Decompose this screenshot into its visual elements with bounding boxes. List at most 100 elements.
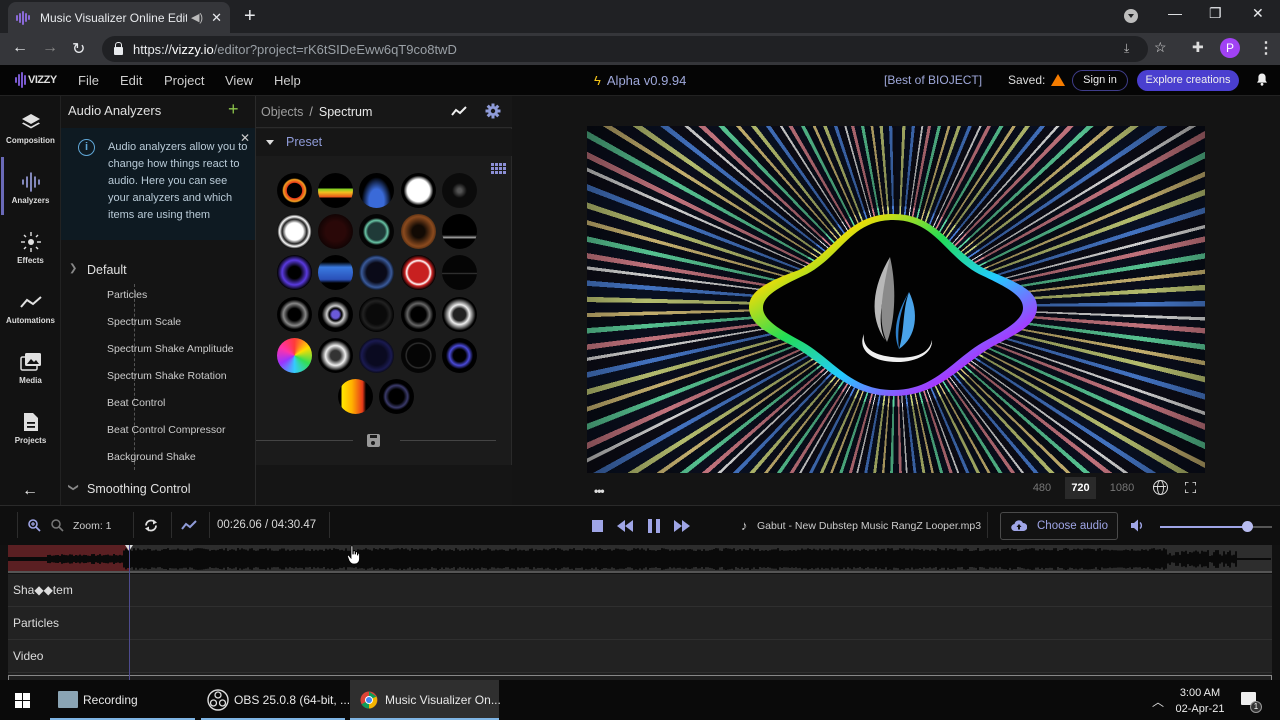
preset-red-demon[interactable] [400, 255, 436, 291]
preset-blue-line-peak[interactable] [359, 337, 395, 373]
new-tab-button[interactable]: + [244, 5, 256, 28]
rail-projects[interactable]: Projects [0, 400, 61, 456]
rail-automations[interactable]: Automations [0, 280, 61, 336]
globe-icon[interactable] [1153, 480, 1168, 495]
back-icon[interactable]: ← [12, 39, 28, 57]
resolution-720[interactable]: 720 [1065, 477, 1096, 499]
preset-trap-nation-logo[interactable] [277, 214, 312, 250]
rail-media[interactable]: Media [0, 340, 61, 396]
windows-start-icon[interactable] [15, 693, 30, 708]
bell-icon[interactable] [1256, 73, 1268, 86]
rail-effects[interactable]: Effects [0, 220, 61, 276]
tray-chevron-up-icon[interactable]: ︿ [1152, 693, 1164, 710]
preset-red-cat-ring[interactable] [277, 173, 312, 208]
preset-blue-triangle[interactable] [441, 337, 477, 373]
taskbar-obs[interactable]: OBS 25.0.8 (64-bit, ... [201, 680, 350, 720]
preset-cat-badge[interactable] [318, 337, 354, 373]
project-name[interactable]: [Best of BIOJECT] [884, 73, 982, 87]
bookmark-star-icon[interactable]: ☆ [1154, 39, 1167, 56]
more-options-icon[interactable]: ••• [594, 484, 605, 498]
sign-in-button[interactable]: Sign in [1072, 70, 1128, 91]
taskbar-recording[interactable]: Recording [50, 680, 195, 720]
fast-forward-button[interactable] [674, 520, 691, 532]
preset-line-peak[interactable] [441, 173, 477, 208]
forward-icon[interactable]: → [42, 39, 58, 57]
speaker-icon[interactable]: ◀) [191, 11, 203, 24]
automation-trend-icon[interactable] [451, 105, 467, 117]
analyzer-item[interactable]: Spectrum Shake Rotation [107, 370, 227, 382]
profile-avatar[interactable]: P [1220, 38, 1240, 58]
restore-icon[interactable]: ❐ [1209, 5, 1222, 22]
preset-cat-logo[interactable] [441, 296, 477, 332]
menu-view[interactable]: View [225, 73, 253, 88]
pause-button[interactable] [648, 519, 660, 533]
analyzer-item[interactable]: Beat Control [107, 397, 165, 409]
preset-grey-cat[interactable] [277, 296, 312, 332]
automation-icon[interactable] [181, 519, 197, 531]
analyzer-item[interactable]: Beat Control Compressor [107, 424, 225, 436]
analyzer-item[interactable]: Spectrum Scale [107, 316, 181, 328]
zoom-out-icon[interactable] [51, 519, 64, 532]
fullscreen-icon[interactable] [1185, 482, 1196, 493]
preset-blue-mountain[interactable] [359, 173, 395, 208]
gear-icon[interactable] [485, 103, 501, 119]
preset-section-header[interactable]: Preset [256, 129, 512, 156]
save-preset-icon[interactable] [367, 434, 380, 447]
close-info-icon[interactable]: ✕ [240, 131, 250, 145]
volume-slider[interactable] [1160, 521, 1272, 532]
preset-white-bars[interactable] [441, 214, 477, 250]
install-app-icon[interactable]: ⤓ [1124, 41, 1129, 56]
preset-blue-wave-fill[interactable] [318, 255, 354, 291]
rail-analyzers[interactable]: Analyzers [0, 157, 61, 216]
preset-purple-cat-triangles[interactable] [277, 255, 312, 291]
tab-search-icon[interactable] [1124, 9, 1138, 23]
warning-icon[interactable] [1051, 74, 1065, 86]
volume-slider-handle[interactable] [1242, 521, 1254, 532]
preset-dotted-triangle[interactable] [379, 379, 415, 414]
address-bar[interactable]: https://vizzy.io/editor?project=rK6tSIDe… [102, 36, 1167, 62]
system-clock[interactable]: 3:00 AM 02-Apr-21 [1170, 685, 1230, 717]
audio-waveform[interactable] [8, 545, 1272, 573]
resolution-480[interactable]: 480 [1031, 477, 1053, 499]
menu-help[interactable]: Help [274, 73, 301, 88]
analyzer-group-smoothing-control[interactable]: ❯ Smoothing Control [61, 479, 255, 501]
menu-file[interactable]: File [78, 73, 99, 88]
rewind-button[interactable] [617, 520, 634, 532]
preset-dark-wave[interactable] [441, 255, 477, 291]
explore-creations-button[interactable]: Explore creations [1137, 70, 1239, 91]
preset-yellow-waveform[interactable] [338, 379, 373, 414]
volume-icon[interactable] [1131, 519, 1145, 532]
visualizer-canvas[interactable] [587, 126, 1205, 473]
loop-icon[interactable] [144, 518, 158, 533]
analyzer-group-default[interactable]: ❯ Default [61, 260, 255, 282]
zoom-in-icon[interactable] [28, 519, 41, 532]
version-label[interactable]: ϟ Alpha v0.9.94 [594, 73, 686, 88]
preset-rainbow-bars[interactable] [318, 173, 354, 208]
timeline-row[interactable]: Video [8, 640, 1272, 673]
browser-tab[interactable]: Music Visualizer Online Edito ◀) ✕ [8, 2, 230, 33]
choose-audio-button[interactable]: Choose audio [1000, 512, 1118, 540]
preset-white-splash[interactable] [400, 173, 436, 208]
preset-brown-eye[interactable] [400, 214, 436, 250]
preset-rainbow-cat[interactable] [277, 337, 312, 373]
preset-green-lion[interactable] [359, 214, 395, 250]
arrow-left-icon[interactable]: ← [22, 482, 38, 500]
preset-dark-cat[interactable] [359, 296, 395, 332]
rail-composition[interactable]: Composition [0, 100, 61, 156]
chrome-menu-icon[interactable]: ⋮ [1258, 38, 1274, 58]
timeline-row[interactable]: Particles [8, 607, 1272, 640]
preset-red-x-pattern[interactable] [318, 214, 354, 250]
grid-view-icon[interactable] [491, 163, 506, 174]
stop-button[interactable] [592, 520, 603, 532]
preset-dot-ring[interactable] [400, 337, 436, 373]
timeline-row[interactable]: Sha◆◆tem [8, 574, 1272, 607]
tab-close-icon[interactable]: ✕ [211, 10, 222, 26]
resolution-1080[interactable]: 1080 [1107, 477, 1137, 499]
add-analyzer-button[interactable]: + [228, 99, 239, 120]
analyzer-item[interactable]: Particles [107, 289, 147, 301]
menu-project[interactable]: Project [164, 73, 204, 88]
extensions-icon[interactable]: ✚ [1192, 39, 1204, 56]
close-window-icon[interactable]: ✕ [1252, 5, 1264, 22]
analyzer-item[interactable]: Spectrum Shake Amplitude [107, 343, 234, 355]
minimize-icon[interactable]: — [1168, 5, 1182, 21]
